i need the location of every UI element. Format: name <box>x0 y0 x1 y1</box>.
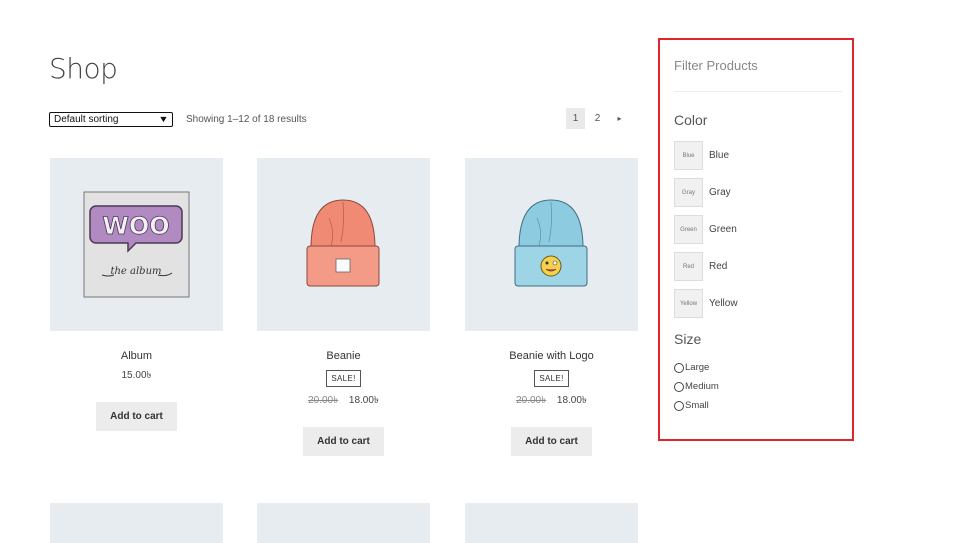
swatch-blue[interactable]: Blue <box>674 141 703 170</box>
current-price: 18.00৳ <box>348 395 379 406</box>
product-price: 20.00৳ 18.00৳ <box>257 393 430 410</box>
next-page-icon[interactable]: ▸ <box>610 108 629 129</box>
product-image-partial[interactable] <box>465 503 638 543</box>
radio-label[interactable]: Small <box>685 400 709 411</box>
swatch-label[interactable]: Yellow <box>709 298 738 309</box>
product-image-beanie-with-logo[interactable] <box>465 158 638 331</box>
pagination: 1 2 ▸ <box>566 108 632 129</box>
swatch-green[interactable]: Green <box>674 215 703 244</box>
album-cover-illustration: WOO the album <box>83 191 190 298</box>
product-card: WOO the album Album 15.00৳ Add to cart <box>50 158 223 431</box>
sorting-value: Default sorting <box>54 114 119 125</box>
color-option-blue[interactable]: Blue Blue <box>674 141 729 170</box>
product-image-partial[interactable] <box>50 503 223 543</box>
product-name[interactable]: Beanie <box>257 350 430 362</box>
color-option-yellow[interactable]: Yellow Yellow <box>674 289 738 318</box>
radio-button[interactable] <box>674 400 684 411</box>
filter-products-widget: Filter Products Color Blue Blue Gray Gra… <box>658 38 854 441</box>
product-name[interactable]: Album <box>50 350 223 362</box>
product-image-album[interactable]: WOO the album <box>50 158 223 331</box>
size-option-small[interactable]: Small <box>674 400 709 411</box>
old-price: 20.00৳ <box>308 395 339 406</box>
swatch-label[interactable]: Red <box>709 261 727 272</box>
result-count: Showing 1–12 of 18 results <box>186 114 307 125</box>
page-1: 1 <box>566 108 585 129</box>
product-price: 20.00৳ 18.00৳ <box>465 393 638 410</box>
svg-text:the album: the album <box>110 266 161 277</box>
color-option-red[interactable]: Red Red <box>674 252 727 281</box>
beanie-with-logo-illustration <box>514 199 588 287</box>
page-title: Shop <box>49 52 118 85</box>
sorting-select[interactable]: Default sorting ▼ <box>49 112 173 127</box>
radio-label[interactable]: Medium <box>685 381 719 392</box>
add-to-cart-button[interactable]: Add to cart <box>303 427 384 456</box>
divider <box>674 91 842 92</box>
color-filter-title: Color <box>674 112 708 128</box>
product-price: 15.00৳ <box>50 368 223 385</box>
swatch-label[interactable]: Green <box>709 224 737 235</box>
swatch-gray[interactable]: Gray <box>674 178 703 207</box>
current-price: 15.00৳ <box>121 370 152 381</box>
product-name[interactable]: Beanie with Logo <box>465 350 638 362</box>
swatch-red[interactable]: Red <box>674 252 703 281</box>
add-to-cart-button[interactable]: Add to cart <box>96 402 177 431</box>
product-card: Beanie with Logo SALE! 20.00৳ 18.00৳ Add… <box>465 158 638 456</box>
size-option-large[interactable]: Large <box>674 362 709 373</box>
radio-button[interactable] <box>674 381 684 392</box>
product-card: Beanie SALE! 20.00৳ 18.00৳ Add to cart <box>257 158 430 456</box>
chevron-down-icon: ▼ <box>158 114 169 124</box>
product-image-partial[interactable] <box>257 503 430 543</box>
radio-label[interactable]: Large <box>685 362 709 373</box>
sale-badge: SALE! <box>534 370 569 387</box>
page-2-link[interactable]: 2 <box>588 108 607 129</box>
radio-button[interactable] <box>674 362 684 373</box>
color-option-green[interactable]: Green Green <box>674 215 737 244</box>
beanie-illustration <box>306 199 380 287</box>
svg-text:WOO: WOO <box>102 212 169 240</box>
swatch-yellow[interactable]: Yellow <box>674 289 703 318</box>
product-image-beanie[interactable] <box>257 158 430 331</box>
color-option-gray[interactable]: Gray Gray <box>674 178 731 207</box>
swatch-label[interactable]: Blue <box>709 150 729 161</box>
current-price: 18.00৳ <box>556 395 587 406</box>
add-to-cart-button[interactable]: Add to cart <box>511 427 592 456</box>
size-filter-title: Size <box>674 331 702 347</box>
swatch-label[interactable]: Gray <box>709 187 731 198</box>
sale-badge: SALE! <box>326 370 361 387</box>
old-price: 20.00৳ <box>516 395 547 406</box>
widget-title: Filter Products <box>674 58 758 73</box>
size-option-medium[interactable]: Medium <box>674 381 719 392</box>
